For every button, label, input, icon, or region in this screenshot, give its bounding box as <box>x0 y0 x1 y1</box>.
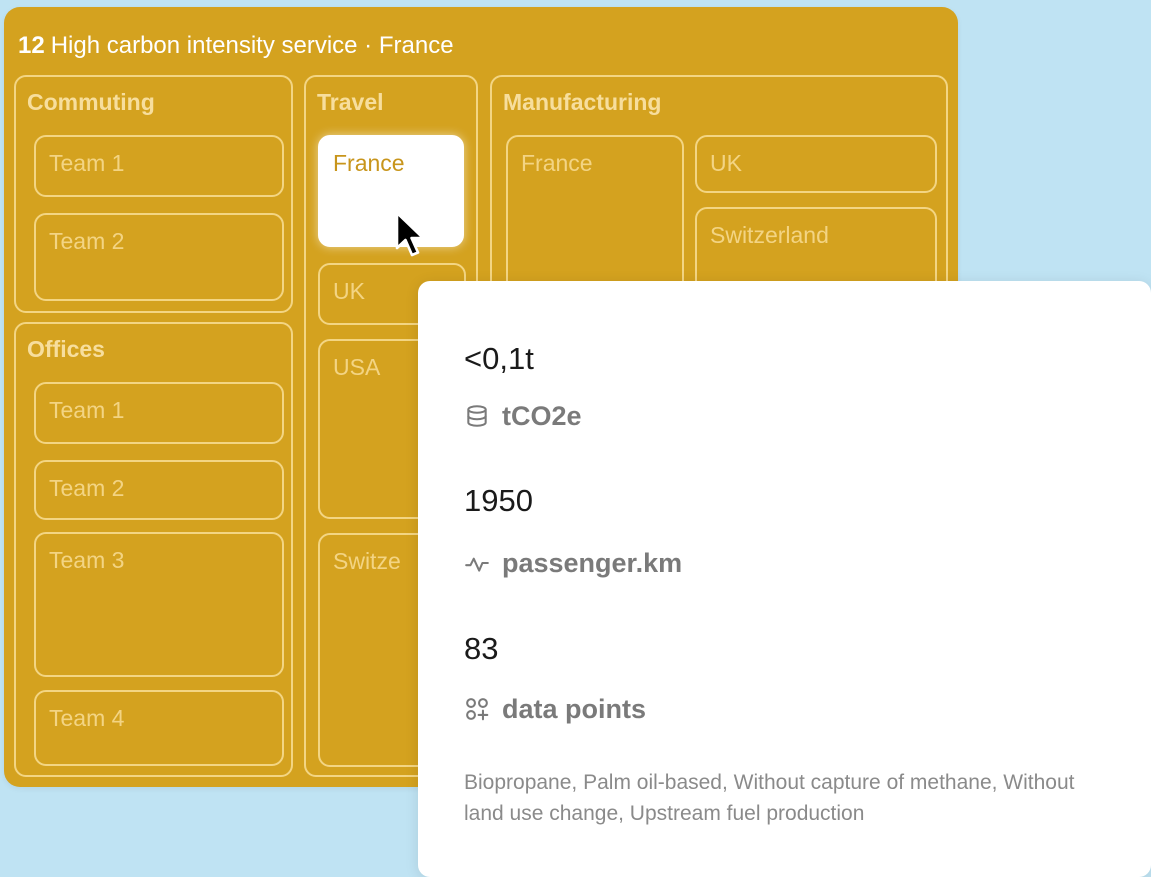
cell-commuting-team-2[interactable]: Team 2 <box>34 213 284 301</box>
cell-label: Team 1 <box>49 150 125 176</box>
cell-manufacturing-france[interactable]: France <box>506 135 684 305</box>
data-points-value: 83 <box>464 631 499 666</box>
activity-unit-label: passenger.km <box>502 547 683 578</box>
emission-factor-description: Biopropane, Palm oil-based, Without capt… <box>464 771 1075 825</box>
cell-label: USA <box>333 354 381 380</box>
detail-tooltip-card: <0,1t tCO2e 1950 passenger.km 83 data po… <box>418 281 1151 877</box>
cell-commuting-team-1[interactable]: Team 1 <box>34 135 284 197</box>
emissions-unit: tCO2e <box>464 398 582 434</box>
activity-unit: passenger.km <box>464 545 682 581</box>
panel-title: 12 High carbon intensity service · France <box>18 32 454 60</box>
group-label-offices: Offices <box>27 336 105 362</box>
database-icon <box>467 405 487 427</box>
cell-label: UK <box>710 150 742 176</box>
group-manufacturing: Manufacturing France UK Switzerland <box>490 75 948 315</box>
data-points-unit: data points <box>464 691 646 727</box>
mouse-pointer-icon <box>395 211 425 257</box>
emissions-unit-label: tCO2e <box>502 400 582 431</box>
cell-offices-team-1[interactable]: Team 1 <box>34 382 284 444</box>
data-points-unit-label: data points <box>502 693 647 724</box>
group-commuting: Commuting Team 1 Team 2 <box>14 75 293 313</box>
cell-travel-france[interactable]: France <box>318 135 464 247</box>
cell-label: Team 2 <box>49 228 125 254</box>
cell-offices-team-3[interactable]: Team 3 <box>34 532 284 677</box>
group-label-manufacturing: Manufacturing <box>503 89 662 115</box>
group-label-commuting: Commuting <box>27 89 155 115</box>
cell-offices-team-2[interactable]: Team 2 <box>34 460 284 520</box>
cell-label: Team 3 <box>49 547 125 573</box>
cell-label: Switze <box>333 548 401 574</box>
cell-manufacturing-uk[interactable]: UK <box>695 135 937 193</box>
emissions-value: <0,1t <box>464 341 534 376</box>
activity-value: 1950 <box>464 483 533 518</box>
cell-label: Switzerland <box>710 222 829 248</box>
activity-icon <box>465 557 489 572</box>
cell-label: Team 2 <box>49 475 125 501</box>
cell-label: Team 1 <box>49 397 125 423</box>
group-label-travel: Travel <box>317 89 384 115</box>
cell-label: UK <box>333 278 365 304</box>
panel-title-text: High carbon intensity service · France <box>50 32 454 59</box>
cell-label: Team 4 <box>49 705 125 731</box>
data-points-icon <box>466 698 489 721</box>
panel-rank: 12 <box>18 32 45 59</box>
group-offices: Offices Team 1 Team 2 Team 3 Team 4 <box>14 322 293 777</box>
cell-offices-team-4[interactable]: Team 4 <box>34 690 284 766</box>
cell-label: France <box>333 150 405 176</box>
cell-label: France <box>521 150 593 176</box>
